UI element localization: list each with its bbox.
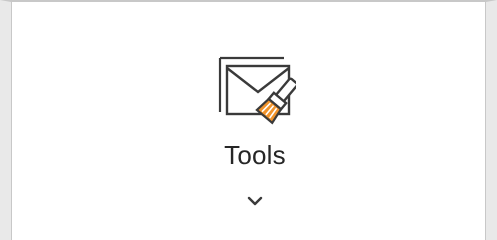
tools-button[interactable]: Tools — [196, 44, 314, 224]
mail-cleanup-icon — [218, 56, 296, 125]
tools-button-label: Tools — [224, 140, 286, 170]
chevron-down-icon[interactable] — [246, 194, 264, 208]
ribbon-divider-left — [11, 0, 12, 240]
ribbon-divider-right — [485, 0, 486, 240]
